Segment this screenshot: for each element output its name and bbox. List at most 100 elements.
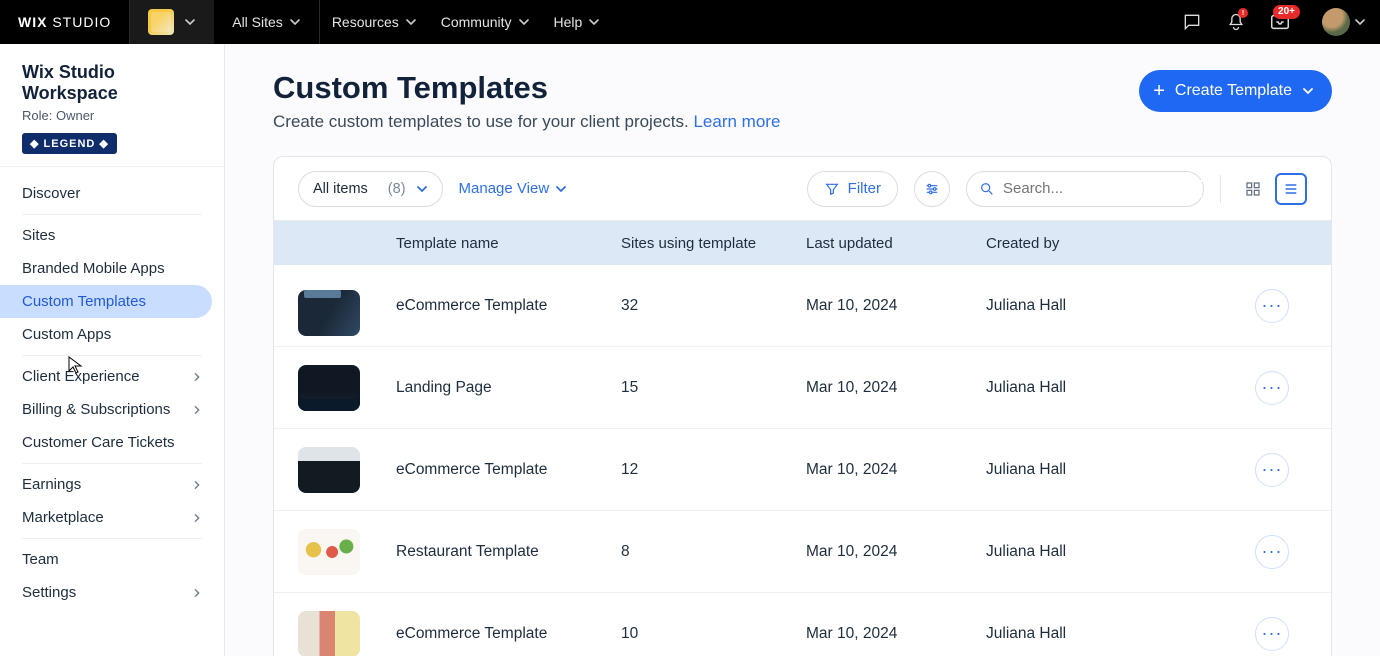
avatar xyxy=(1322,8,1350,36)
sidebar-item-label: Custom Apps xyxy=(22,326,111,343)
sidebar-item-label: Billing & Subscriptions xyxy=(22,401,170,418)
workspace-block: Wix Studio Workspace Role: Owner ◆ LEGEN… xyxy=(0,44,224,167)
sidebar-item-customer-care-tickets[interactable]: Customer Care Tickets xyxy=(0,426,224,459)
sliders-icon xyxy=(924,181,940,197)
page-title: Custom Templates xyxy=(273,70,780,106)
chevron-down-icon xyxy=(588,16,600,28)
cell-by: Juliana Hall xyxy=(974,543,1234,561)
sidebar-item-branded-mobile-apps[interactable]: Branded Mobile Apps xyxy=(0,252,224,285)
separator xyxy=(1220,175,1221,203)
sidebar-item-billing-subscriptions[interactable]: Billing & Subscriptions xyxy=(0,393,224,426)
list-view-button[interactable] xyxy=(1275,173,1307,205)
settings-filter-button[interactable] xyxy=(914,171,950,207)
search-input[interactable] xyxy=(1003,180,1202,197)
ellipsis-icon: ··· xyxy=(1262,459,1283,480)
chevron-right-icon xyxy=(192,588,202,598)
nav-label: Resources xyxy=(332,14,399,30)
cell-updated: Mar 10, 2024 xyxy=(794,379,974,397)
learn-more-link[interactable]: Learn more xyxy=(693,112,780,131)
nav-label: All Sites xyxy=(232,14,283,30)
grid-view-button[interactable] xyxy=(1237,173,1269,205)
cell-name: eCommerce Template xyxy=(384,461,609,479)
bell-icon[interactable]: ! xyxy=(1214,0,1258,44)
row-actions-button[interactable]: ··· xyxy=(1255,453,1289,487)
chevron-down-icon xyxy=(289,16,301,28)
cell-sites: 15 xyxy=(609,379,794,397)
cell-by: Juliana Hall xyxy=(974,625,1234,643)
sidebar-item-label: Client Experience xyxy=(22,368,140,385)
chevron-right-icon xyxy=(192,513,202,523)
search-box[interactable] xyxy=(966,171,1204,207)
table-row[interactable]: Landing Page15Mar 10, 2024Juliana Hall··… xyxy=(274,347,1331,429)
cell-by: Juliana Hall xyxy=(974,461,1234,479)
col-sites[interactable]: Sites using template xyxy=(609,235,794,252)
sidebar-item-label: Settings xyxy=(22,584,76,601)
logo[interactable]: WIX STUDIO xyxy=(0,14,129,30)
sidebar-item-team[interactable]: Team xyxy=(0,543,224,576)
table-body: eCommerce Template32Mar 10, 2024Juliana … xyxy=(274,265,1331,656)
nav-help[interactable]: Help xyxy=(542,0,613,44)
count-badge: 20+ xyxy=(1273,5,1300,19)
col-by[interactable]: Created by xyxy=(974,235,1234,252)
logo-text-b: STUDIO xyxy=(52,14,111,30)
chevron-right-icon xyxy=(192,405,202,415)
legend-badge: ◆ LEGEND ◆ xyxy=(22,133,117,154)
table-row[interactable]: eCommerce Template32Mar 10, 2024Juliana … xyxy=(274,265,1331,347)
row-actions-button[interactable]: ··· xyxy=(1255,289,1289,323)
chat-icon[interactable] xyxy=(1170,0,1214,44)
chevron-down-icon xyxy=(405,16,417,28)
site-switcher[interactable] xyxy=(129,0,214,44)
cell-name: eCommerce Template xyxy=(384,297,609,315)
table-row[interactable]: eCommerce Template10Mar 10, 2024Juliana … xyxy=(274,593,1331,656)
table-row[interactable]: Restaurant Template8Mar 10, 2024Juliana … xyxy=(274,511,1331,593)
sidebar-item-earnings[interactable]: Earnings xyxy=(0,468,224,501)
nav-label: Community xyxy=(441,14,512,30)
cell-sites: 8 xyxy=(609,543,794,561)
sidebar-item-custom-apps[interactable]: Custom Apps xyxy=(0,318,224,351)
cell-updated: Mar 10, 2024 xyxy=(794,297,974,315)
sidebar-item-custom-templates[interactable]: Custom Templates xyxy=(0,285,212,318)
sidebar-item-discover[interactable]: Discover xyxy=(0,177,224,210)
sidebar-item-label: Team xyxy=(22,551,59,568)
logo-text-a: WIX xyxy=(18,14,47,30)
toolbar: All items (8) Manage View Filter xyxy=(274,157,1331,221)
col-updated[interactable]: Last updated xyxy=(794,235,974,252)
cell-updated: Mar 10, 2024 xyxy=(794,461,974,479)
chevron-right-icon xyxy=(192,480,202,490)
row-actions-button[interactable]: ··· xyxy=(1255,371,1289,405)
workspace-title: Wix Studio Workspace xyxy=(22,62,202,104)
topbar-right: ! 20+ xyxy=(1170,0,1380,44)
sidebar-item-client-experience[interactable]: Client Experience xyxy=(0,360,224,393)
sidebar-item-label: Discover xyxy=(22,185,80,202)
template-thumbnail xyxy=(298,529,360,575)
sidebar-item-label: Earnings xyxy=(22,476,81,493)
cell-sites: 10 xyxy=(609,625,794,643)
sidebar-item-label: Customer Care Tickets xyxy=(22,434,175,451)
table-header: Template name Sites using template Last … xyxy=(274,221,1331,265)
template-thumbnail xyxy=(298,365,360,411)
sidebar-item-settings[interactable]: Settings xyxy=(0,576,224,609)
sidebar-item-sites[interactable]: Sites xyxy=(0,219,224,252)
create-template-button[interactable]: + Create Template xyxy=(1139,70,1332,112)
sidebar-item-marketplace[interactable]: Marketplace xyxy=(0,501,224,534)
ellipsis-icon: ··· xyxy=(1262,623,1283,644)
table-row[interactable]: eCommerce Template12Mar 10, 2024Juliana … xyxy=(274,429,1331,511)
filter-button[interactable]: Filter xyxy=(807,171,898,207)
nav-all-sites[interactable]: All Sites xyxy=(214,0,320,44)
cell-by: Juliana Hall xyxy=(974,297,1234,315)
manage-view-link[interactable]: Manage View xyxy=(459,180,568,197)
items-select[interactable]: All items (8) xyxy=(298,171,443,207)
inbox-icon[interactable]: 20+ xyxy=(1258,0,1302,44)
col-name[interactable]: Template name xyxy=(384,235,609,252)
sidebar-item-label: Marketplace xyxy=(22,509,104,526)
top-bar: WIX STUDIO All Sites Resources Community… xyxy=(0,0,1380,44)
cell-updated: Mar 10, 2024 xyxy=(794,625,974,643)
row-actions-button[interactable]: ··· xyxy=(1255,535,1289,569)
account-menu[interactable] xyxy=(1302,8,1380,36)
nav-community[interactable]: Community xyxy=(429,0,542,44)
nav-resources[interactable]: Resources xyxy=(320,0,429,44)
row-actions-button[interactable]: ··· xyxy=(1255,617,1289,651)
ellipsis-icon: ··· xyxy=(1262,541,1283,562)
nav-label: Help xyxy=(554,14,583,30)
main-content: Custom Templates Create custom templates… xyxy=(225,44,1380,656)
